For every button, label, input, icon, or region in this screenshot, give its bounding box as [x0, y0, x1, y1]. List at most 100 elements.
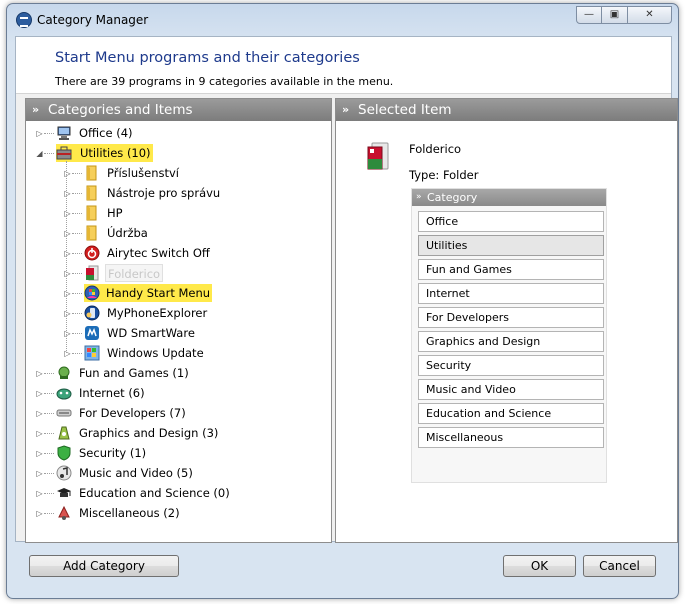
tree-item[interactable]: ▷ Windows Update: [26, 343, 326, 363]
expand-arrow-icon[interactable]: ▷: [35, 449, 44, 458]
category-option[interactable]: Internet: [418, 283, 604, 304]
tree-connector: [44, 453, 54, 454]
selected-item-type: Type: Folder: [409, 168, 479, 182]
selected-item-name: Folderico: [409, 142, 462, 156]
tree-item[interactable]: ▷ Education and Science (0): [26, 483, 326, 503]
category-option[interactable]: Security: [418, 355, 604, 376]
tree-item-label: Airytec Switch Off: [107, 246, 210, 260]
selected-item-pane-header[interactable]: » Selected Item: [336, 99, 677, 121]
tree-item-label: Internet (6): [79, 386, 145, 400]
tree-item-label: Folderico: [105, 264, 164, 282]
category-option[interactable]: For Developers: [418, 307, 604, 328]
tree-item[interactable]: ▷ For Developers (7): [26, 403, 326, 423]
tree-item[interactable]: ▷ MyPhoneExplorer: [26, 303, 326, 323]
tree-item-label: Nástroje pro správu: [107, 186, 221, 200]
tree-item[interactable]: ▷ Fun and Games (1): [26, 363, 326, 383]
tree-connector: [44, 413, 54, 414]
tree-item[interactable]: ▷ Nástroje pro správu: [26, 183, 326, 203]
tree-item[interactable]: ▷ Příslušenství: [26, 163, 326, 183]
expand-arrow-icon[interactable]: ▷: [35, 429, 44, 438]
collapse-chevron-icon: »: [342, 103, 350, 116]
tree-item[interactable]: ▷ Office (4): [26, 123, 326, 143]
tree-item-label: Handy Start Menu: [84, 284, 213, 302]
tree-connector: [72, 293, 82, 294]
expand-arrow-icon[interactable]: ▷: [63, 329, 72, 338]
ok-button[interactable]: OK: [503, 555, 576, 577]
close-button[interactable]: ✕: [628, 6, 672, 24]
tree-connector: [72, 333, 82, 334]
category-option[interactable]: Office: [418, 211, 604, 232]
category-option[interactable]: Music and Video: [418, 379, 604, 400]
category-option[interactable]: Graphics and Design: [418, 331, 604, 352]
tree-item-label: Příslušenství: [107, 166, 179, 180]
maximize-button[interactable]: ▣: [602, 6, 628, 24]
tree-item-label: Office (4): [79, 126, 133, 140]
category-list-header[interactable]: » Category: [412, 189, 606, 206]
folder-icon: [84, 165, 100, 181]
tree-item[interactable]: ◢ Utilities (10): [26, 143, 326, 163]
tree-item[interactable]: ▷ Music and Video (5): [26, 463, 326, 483]
expand-arrow-icon[interactable]: ▷: [35, 409, 44, 418]
dialog-client-area: Start Menu programs and their categories…: [15, 36, 678, 543]
graduation-cap-icon: [56, 485, 72, 501]
tree-connector: [66, 161, 67, 353]
tree-connector: [72, 213, 82, 214]
collapse-chevron-icon: »: [32, 103, 40, 116]
tree-connector: [44, 153, 54, 154]
expand-arrow-icon[interactable]: ▷: [63, 289, 72, 298]
tree-item[interactable]: ▷ Security (1): [26, 443, 326, 463]
windows-update-icon: [84, 345, 100, 361]
tree-connector: [44, 373, 54, 374]
expand-arrow-icon[interactable]: ▷: [35, 369, 44, 378]
category-option[interactable]: Education and Science: [418, 403, 604, 424]
expand-arrow-icon[interactable]: ▷: [63, 229, 72, 238]
category-option[interactable]: Utilities: [418, 235, 604, 256]
expand-arrow-icon[interactable]: ▷: [35, 509, 44, 518]
tree-connector: [72, 253, 82, 254]
expand-arrow-icon[interactable]: ▷: [63, 269, 72, 278]
expand-arrow-icon[interactable]: ▷: [35, 469, 44, 478]
expand-arrow-icon[interactable]: ▷: [63, 209, 72, 218]
minimize-button[interactable]: —: [576, 6, 602, 24]
expand-arrow-icon[interactable]: ▷: [63, 249, 72, 258]
category-option[interactable]: Fun and Games: [418, 259, 604, 280]
tree-connector: [72, 313, 82, 314]
tree-item-label: WD SmartWare: [107, 326, 195, 340]
tree-item[interactable]: ▷ Internet (6): [26, 383, 326, 403]
tree-item[interactable]: ▷ Airytec Switch Off: [26, 243, 326, 263]
expand-arrow-icon[interactable]: ▷: [35, 129, 44, 138]
title-bar[interactable]: Category Manager — ▣ ✕: [7, 4, 678, 38]
tree-item[interactable]: ▷ Folderico: [26, 263, 326, 283]
tree-item-label: MyPhoneExplorer: [107, 306, 208, 320]
expand-arrow-icon[interactable]: ▷: [63, 169, 72, 178]
add-category-button[interactable]: Add Category: [29, 555, 179, 577]
tree-item-label: Music and Video (5): [79, 466, 193, 480]
folder-icon: [84, 185, 100, 201]
expand-arrow-icon[interactable]: ▷: [63, 309, 72, 318]
tree-item[interactable]: ▷ WD SmartWare: [26, 323, 326, 343]
collapse-arrow-icon[interactable]: ◢: [35, 149, 44, 158]
power-switch-icon: [84, 245, 100, 261]
tree-item[interactable]: ▷ Graphics and Design (3): [26, 423, 326, 443]
tree-item[interactable]: ▷ Handy Start Menu: [26, 283, 326, 303]
expand-arrow-icon[interactable]: ▷: [63, 349, 72, 358]
tree-connector: [72, 193, 82, 194]
category-option[interactable]: Miscellaneous: [418, 427, 604, 448]
cancel-button[interactable]: Cancel: [583, 555, 656, 577]
expand-arrow-icon[interactable]: ▷: [63, 189, 72, 198]
tree-item[interactable]: ▷ Miscellaneous (2): [26, 503, 326, 523]
tree-connector: [44, 513, 54, 514]
office-computer-icon: [56, 125, 72, 141]
categories-pane-header[interactable]: » Categories and Items: [26, 99, 331, 121]
category-list-title: Category: [427, 191, 478, 204]
tree-item-label: Údržba: [107, 226, 148, 240]
misc-icon: [56, 505, 72, 521]
tree-item-label: Graphics and Design (3): [79, 426, 219, 440]
tree-item[interactable]: ▷ HP: [26, 203, 326, 223]
expand-arrow-icon[interactable]: ▷: [35, 489, 44, 498]
tree-connector: [44, 493, 54, 494]
tree-item[interactable]: ▷ Údržba: [26, 223, 326, 243]
tree-connector: [44, 433, 54, 434]
internet-icon: [56, 385, 72, 401]
expand-arrow-icon[interactable]: ▷: [35, 389, 44, 398]
